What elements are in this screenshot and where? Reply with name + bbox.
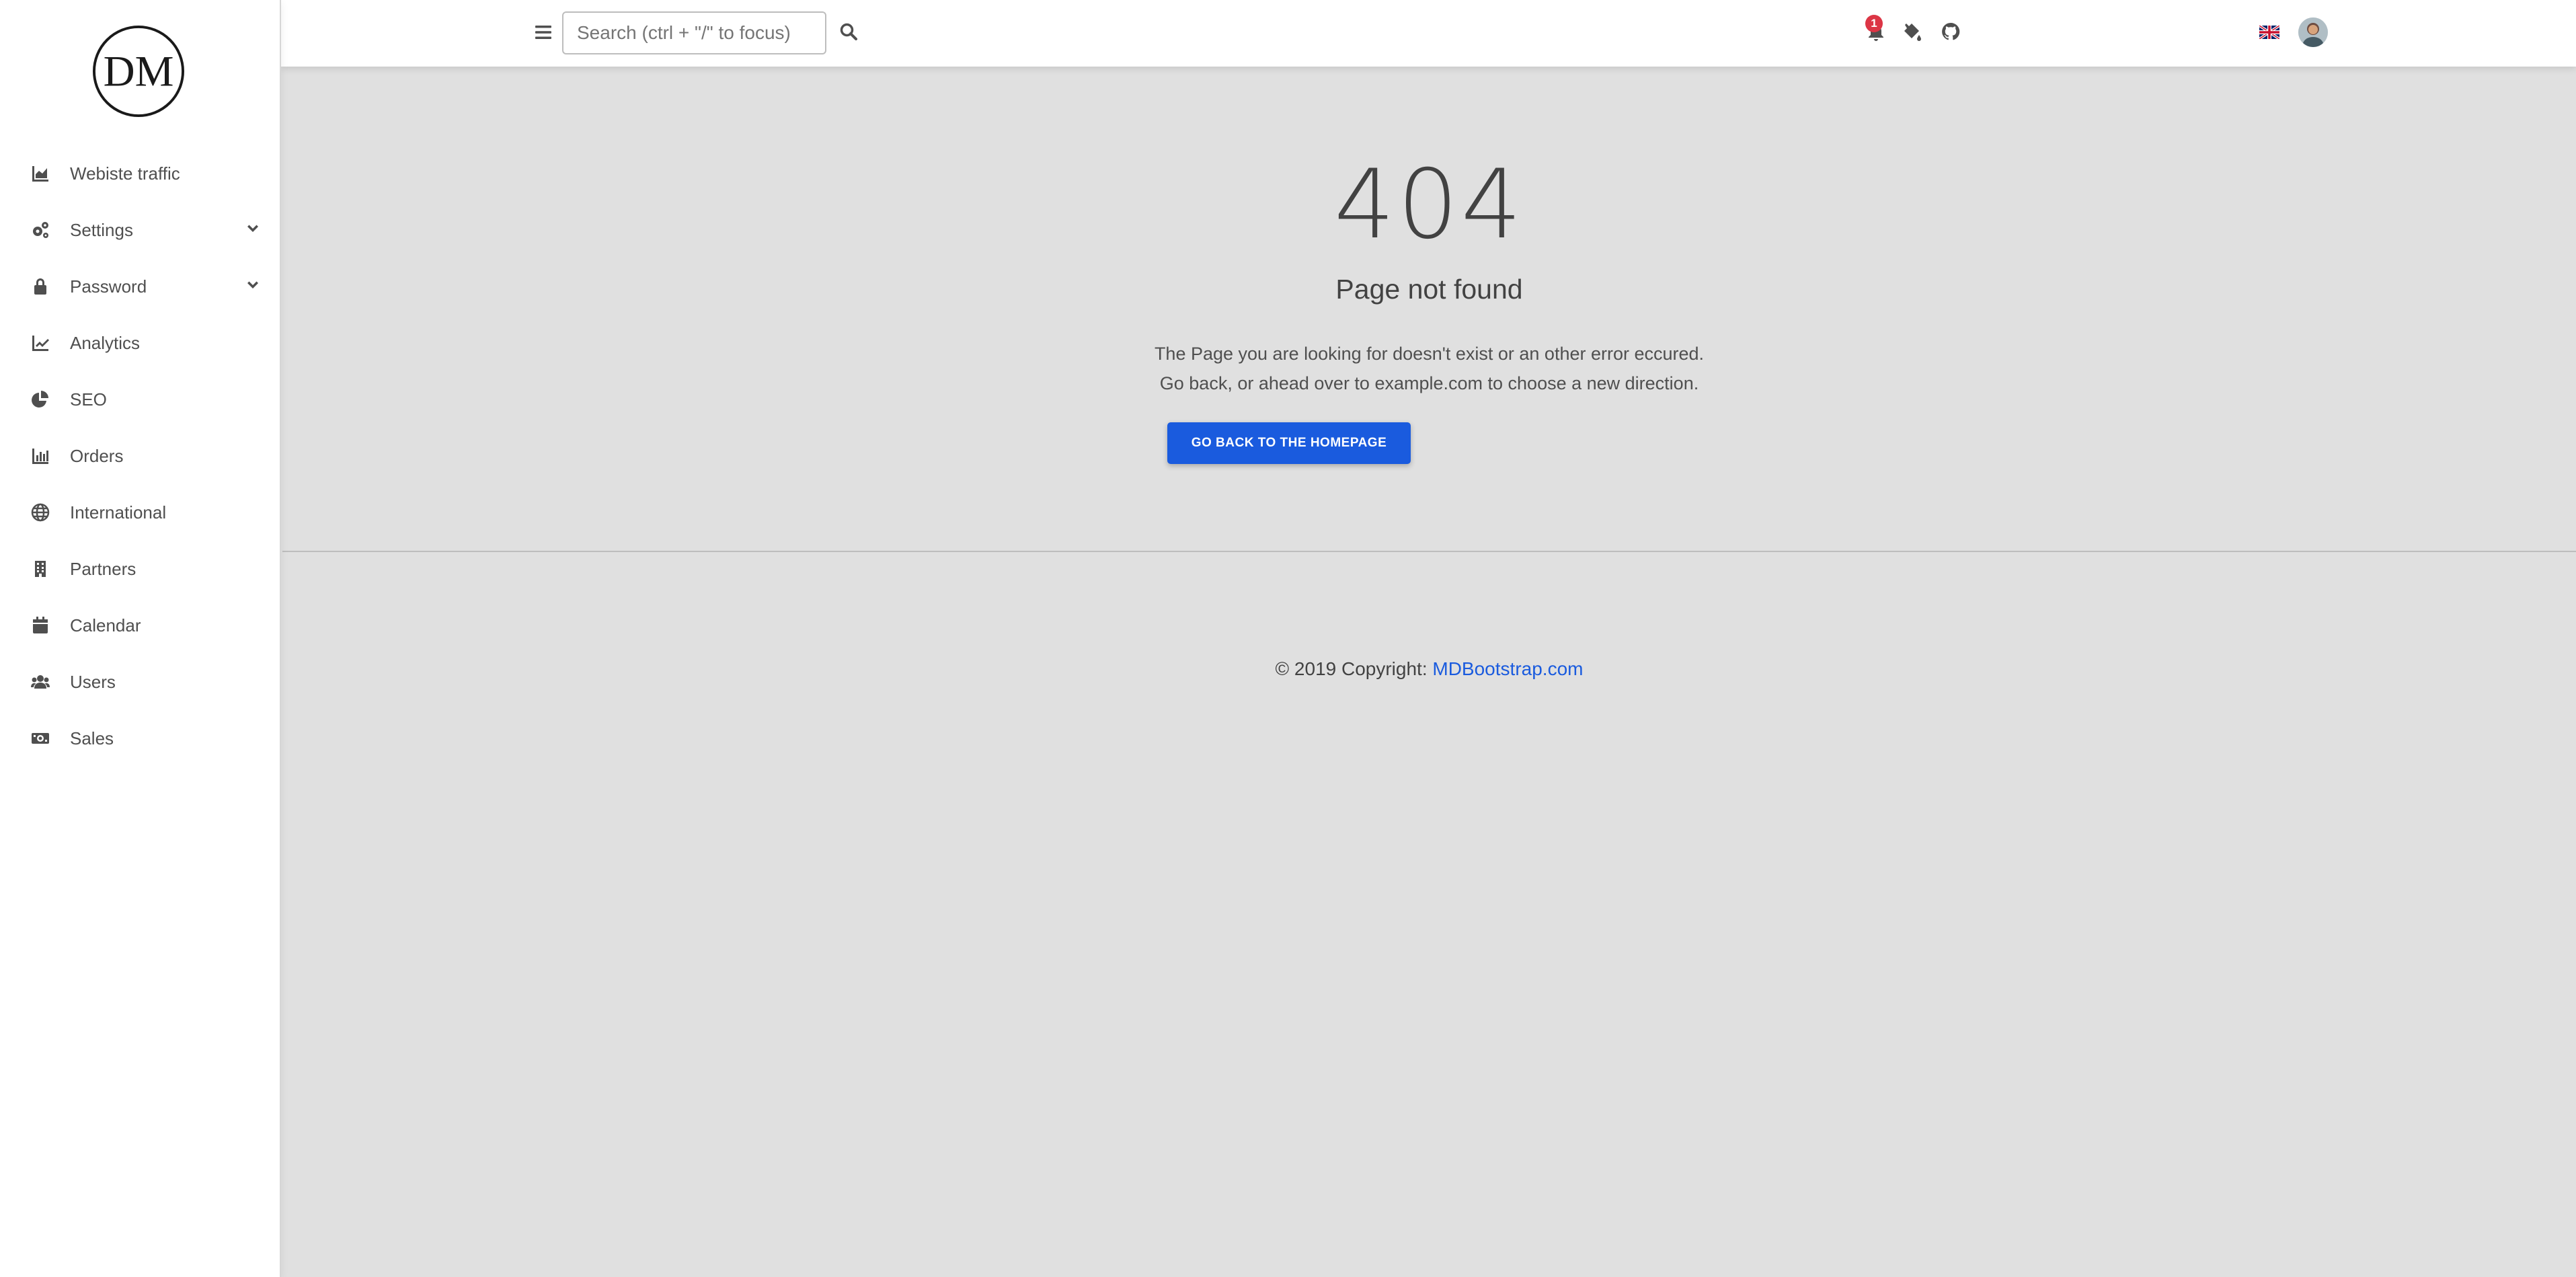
fill-drip-icon[interactable] <box>1902 22 1924 43</box>
sidebar-item-label: International <box>70 502 167 523</box>
uk-flag-icon[interactable] <box>2259 26 2279 39</box>
chevron-down-icon <box>245 221 261 237</box>
error-message-line-2: Go back, or ahead over to example.com to… <box>1159 373 1699 393</box>
sidebar-item-partners[interactable]: Partners <box>0 541 280 597</box>
globe-icon <box>31 503 50 522</box>
logo[interactable]: DM <box>92 25 185 118</box>
sidebar-item-label: Calendar <box>70 615 141 635</box>
chart-line-icon <box>31 334 50 352</box>
notification-badge: 1 <box>1865 15 1883 32</box>
calendar-icon <box>31 616 50 635</box>
chart-area-icon <box>31 164 50 183</box>
sidebar-item-label: Sales <box>70 728 114 748</box>
sidebar-item-label: Orders <box>70 445 124 466</box>
sidebar-item-calendar[interactable]: Calendar <box>0 597 280 654</box>
lock-icon <box>31 277 50 296</box>
search-icon[interactable] <box>839 22 859 42</box>
sidebar-item-label: Webiste traffic <box>70 163 180 184</box>
sidebar-item-sales[interactable]: Sales <box>0 710 280 767</box>
error-code: 404 <box>1333 149 1525 260</box>
divider <box>282 551 2576 552</box>
mdbootstrap-link[interactable]: MDBootstrap.com <box>1432 658 1583 679</box>
chart-pie-icon <box>31 390 50 409</box>
topbar: 1 <box>281 0 2576 67</box>
chevron-down-icon <box>245 278 261 294</box>
copyright-text: © 2019 Copyright: <box>1275 658 1433 679</box>
bars-icon[interactable] <box>534 23 553 42</box>
sidebar-item-label: SEO <box>70 389 107 410</box>
sidebar-item-users[interactable]: Users <box>0 654 280 710</box>
sidebar-item-settings[interactable]: Settings <box>0 202 280 258</box>
go-home-button[interactable]: GO BACK TO THE HOMEPAGE <box>1167 422 1411 464</box>
sidebar-item-label: Partners <box>70 558 136 579</box>
sidebar-item-analytics[interactable]: Analytics <box>0 315 280 371</box>
sidebar-item-label: Password <box>70 276 147 297</box>
sidebar-item-label: Analytics <box>70 332 141 353</box>
sidebar-item-website-traffic[interactable]: Webiste traffic <box>0 145 280 202</box>
svg-text:DM: DM <box>104 48 174 96</box>
search-input[interactable] <box>562 11 826 54</box>
chart-bar-icon <box>31 447 50 465</box>
avatar[interactable] <box>2298 17 2328 47</box>
sidebar-item-orders[interactable]: Orders <box>0 428 280 484</box>
footer-copyright: © 2019 Copyright: MDBootstrap.com <box>282 658 2576 680</box>
users-icon <box>31 672 50 691</box>
github-icon[interactable] <box>1941 22 1962 43</box>
sidebar-nav: Webiste traffic Settings Password Analyt… <box>0 145 280 767</box>
page-title: Page not found <box>1335 274 1523 305</box>
error-message: The Page you are looking for doesn't exi… <box>282 339 2576 398</box>
building-icon <box>31 559 50 578</box>
sidebar-item-label: Users <box>70 671 116 692</box>
main-content: 404 Page not found The Page you are look… <box>282 67 2576 1277</box>
error-message-line-1: The Page you are looking for doesn't exi… <box>1154 344 1705 364</box>
sidebar-item-seo[interactable]: SEO <box>0 371 280 428</box>
sidebar: DM Webiste traffic Settings Password Ana… <box>0 0 281 1277</box>
sidebar-item-label: Settings <box>70 219 133 240</box>
sidebar-item-password[interactable]: Password <box>0 258 280 315</box>
cogs-icon <box>31 221 50 239</box>
sidebar-item-international[interactable]: International <box>0 484 280 541</box>
money-bill-icon <box>31 729 50 748</box>
